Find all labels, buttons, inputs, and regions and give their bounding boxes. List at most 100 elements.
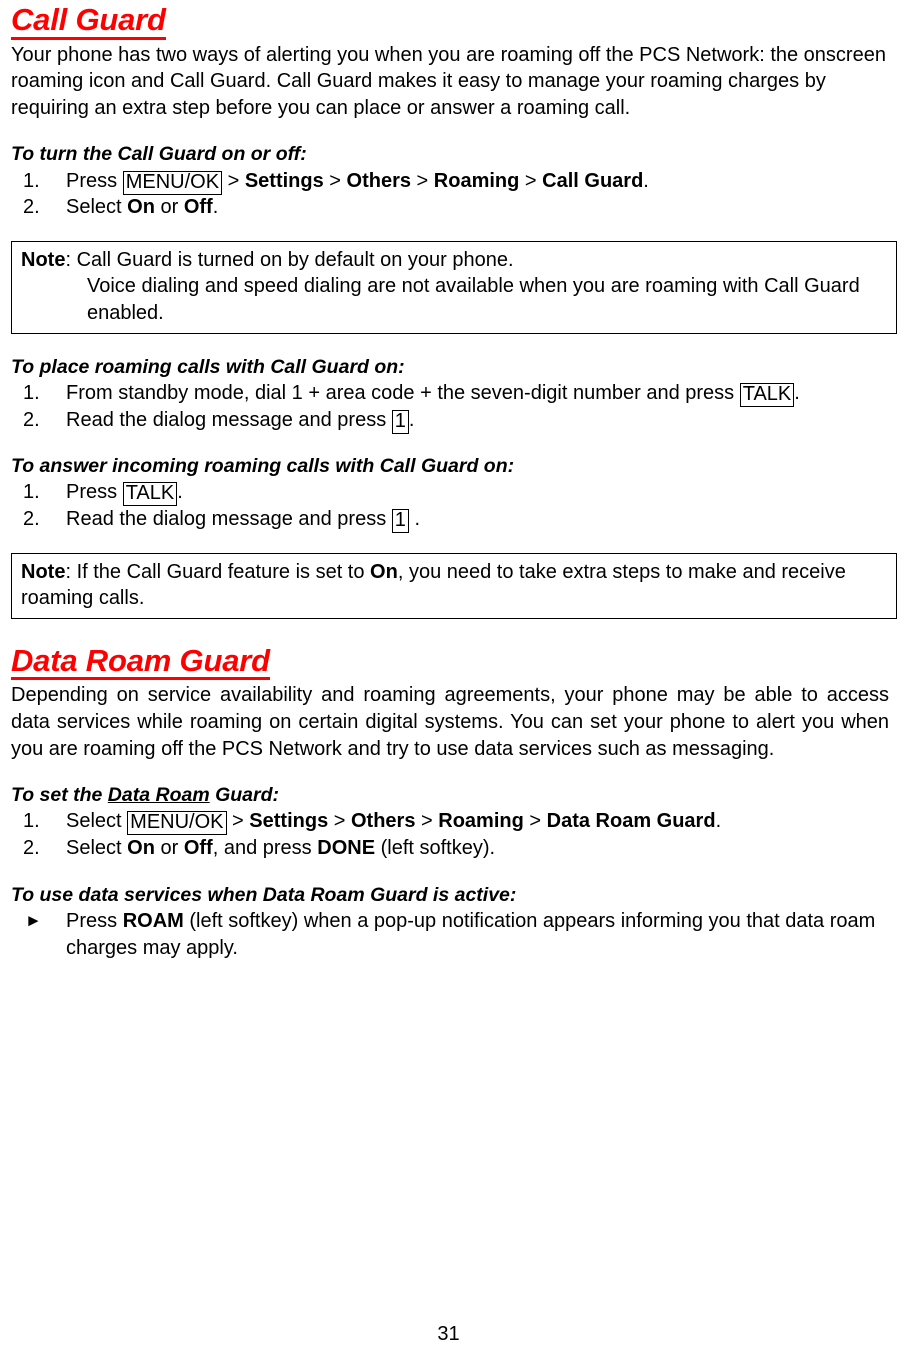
step-number: 1. (23, 381, 40, 404)
separator: or (154, 196, 184, 219)
list-item: 2. Select On or Off, and press DONE (lef… (11, 835, 889, 862)
note-label: Note (21, 560, 66, 583)
list-item: 1. From standby mode, dial 1 + area code… (11, 380, 889, 407)
note-text-block: Note: If the Call Guard feature is set t… (21, 559, 888, 612)
step-text: Press MENU/OK > Settings > Others > Roam… (66, 169, 649, 195)
list-item: ► Press ROAM (left softkey) when a pop-u… (11, 908, 889, 961)
heading-set-data-roam-guard: To set the Data Roam Guard: (11, 782, 889, 808)
key-talk[interactable]: TALK (739, 382, 795, 407)
list-item: 1. Select MENU/OK > Settings > Others > … (11, 808, 889, 836)
list-item: 2. Read the dialog message and press 1. (11, 407, 889, 434)
step-number: 2. (23, 408, 40, 431)
step-text: Select On or Off. (66, 196, 218, 218)
list-item: 2. Select On or Off. (11, 194, 889, 221)
step-text-lead: Press (66, 169, 123, 192)
menu-item-settings[interactable]: Settings (249, 810, 328, 832)
step-text: Select On or Off, and press DONE (left s… (66, 837, 495, 859)
separator: > (226, 810, 250, 833)
heading-use-data-services: To use data services when Data Roam Guar… (11, 883, 517, 906)
menu-item-data-roam-guard[interactable]: Data Roam Guard (547, 810, 716, 832)
step-text-end: . (177, 481, 183, 504)
step-text-end: . (408, 508, 421, 531)
heading-part-underlined: Data Roam (107, 784, 210, 807)
step-text-end: . (715, 810, 722, 833)
steps-use-data-services: ► Press ROAM (left softkey) when a pop-u… (11, 908, 889, 961)
softkey-done[interactable]: DONE (317, 837, 375, 859)
step-text-end: . (643, 169, 649, 192)
option-off[interactable]: Off (184, 837, 213, 859)
option-on[interactable]: On (127, 196, 155, 218)
note-text: : Call Guard is turned on by default on … (65, 248, 514, 271)
step-number: 2. (23, 196, 40, 219)
softkey-roam[interactable]: ROAM (123, 910, 184, 932)
steps-turn-call-guard-on-off: 1. Press MENU/OK > Settings > Others > R… (11, 168, 889, 221)
step-text: Press ROAM (left softkey) when a pop-up … (66, 910, 875, 959)
step-number: 2. (23, 508, 40, 531)
option-on[interactable]: On (127, 837, 155, 859)
step-text: From standby mode, dial 1 + area code + … (66, 381, 800, 407)
separator: , and press (212, 837, 318, 860)
triangle-bullet-icon: ► (25, 910, 42, 930)
steps-answer-incoming-roaming-calls: 1. Press TALK. 2. Read the dialog messag… (11, 479, 889, 534)
separator: > (222, 169, 245, 192)
step-number: 2. (23, 837, 40, 860)
key-one[interactable]: 1 (391, 409, 409, 434)
step-text-lead: From standby mode, dial 1 + area code + … (66, 381, 740, 404)
list-item: 1. Press TALK. (11, 479, 889, 507)
note-text-pre: : If the Call Guard feature is set to (65, 560, 371, 583)
note-label: Note (21, 248, 66, 271)
step-text-lead: Select (66, 196, 128, 219)
step-text-end: . (794, 381, 800, 404)
key-one[interactable]: 1 (391, 509, 409, 534)
note-box-call-guard-on: Note: If the Call Guard feature is set t… (11, 552, 897, 619)
option-off[interactable]: Off (184, 196, 213, 218)
key-talk[interactable]: TALK (122, 482, 178, 507)
menu-item-roaming[interactable]: Roaming (438, 810, 524, 832)
step-text-lead: Press (66, 909, 123, 932)
key-menu-ok[interactable]: MENU/OK (127, 811, 227, 836)
note-first-line: Note: Call Guard is turned on by default… (21, 247, 888, 274)
menu-item-others[interactable]: Others (347, 170, 411, 192)
separator: > (415, 810, 439, 833)
key-menu-ok[interactable]: MENU/OK (122, 170, 223, 195)
step-number: 1. (23, 481, 40, 504)
step-number: 1. (23, 169, 40, 192)
menu-item-roaming[interactable]: Roaming (434, 170, 520, 192)
page-number: 31 (437, 1323, 460, 1345)
option-on: On (370, 560, 398, 583)
step-text-lead: Press (66, 481, 123, 504)
page-title-data-roam-guard: Data Roam Guard (11, 644, 270, 681)
menu-item-settings[interactable]: Settings (245, 170, 324, 192)
steps-set-data-roam-guard: 1. Select MENU/OK > Settings > Others > … (11, 808, 889, 861)
step-number: 1. (23, 810, 40, 833)
separator: > (519, 169, 543, 192)
step-text-end: (left softkey). (375, 837, 496, 860)
heading-place-roaming-calls: To place roaming calls with Call Guard o… (11, 355, 405, 378)
separator: or (154, 837, 184, 860)
step-text-end: . (212, 196, 219, 219)
menu-item-others[interactable]: Others (351, 810, 415, 832)
heading-part-pre: To set the (11, 784, 108, 807)
data-roam-guard-title-wrapper: Data Roam Guard (11, 644, 889, 681)
step-text-lead: Select (66, 810, 128, 833)
separator: > (323, 169, 347, 192)
separator: > (328, 810, 351, 833)
heading-answer-incoming-roaming-calls: To answer incoming roaming calls with Ca… (11, 455, 515, 478)
list-item: 2. Read the dialog message and press 1 . (11, 506, 889, 534)
page-title-call-guard: Call Guard (11, 3, 166, 40)
separator: > (523, 810, 547, 833)
call-guard-intro-paragraph: Your phone has two ways of alerting you … (11, 43, 886, 119)
steps-place-roaming-calls: 1. From standby mode, dial 1 + area code… (11, 380, 889, 434)
call-guard-title-wrapper: Call Guard (11, 3, 889, 40)
note-second-line: Voice dialing and speed dialing are not … (87, 275, 860, 325)
heading-turn-call-guard-on-off: To turn the Call Guard on or off: (11, 143, 307, 166)
step-text-end: (left softkey) when a pop-up notificatio… (66, 909, 876, 959)
menu-item-call-guard[interactable]: Call Guard (542, 170, 643, 192)
step-text-lead: Read the dialog message and press (66, 408, 392, 431)
